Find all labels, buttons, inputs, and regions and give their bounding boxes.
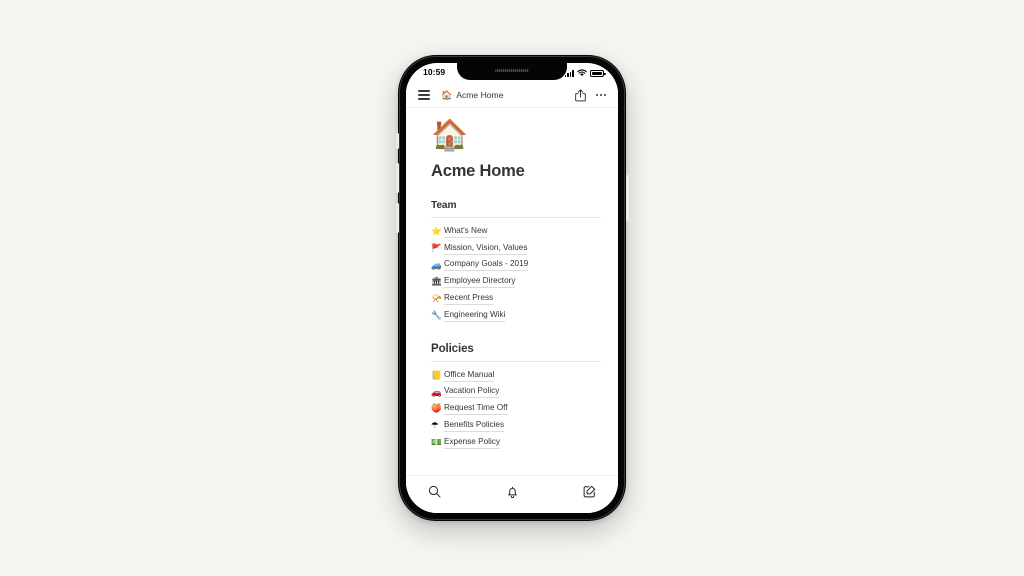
list-item-label: Request Time Off — [444, 402, 508, 416]
car-icon: 🚗 — [431, 386, 442, 397]
nav-actions — [575, 88, 606, 102]
list-item[interactable]: 🍑 Request Time Off — [431, 400, 601, 417]
list-item-label: Office Manual — [444, 369, 495, 382]
silent-switch[interactable] — [395, 133, 399, 149]
canvas: 10:59 🏠 Acme Home 🏠 Acme Home Team ⭐ Wha… — [0, 0, 1024, 576]
section-list-team: ⭐ What's New 🚩 Mission, Vision, Values 🚙… — [431, 223, 601, 324]
list-item-label: Engineering Wiki — [444, 309, 506, 322]
battery-icon — [590, 70, 606, 77]
notebook-icon: 📒 — [431, 369, 442, 380]
section-list-policies: 📒 Office Manual 🚗 Vacation Policy 🍑 Requ… — [431, 367, 601, 451]
section-heading: Policies — [431, 343, 601, 362]
list-item[interactable]: 💵 Expense Policy — [431, 434, 601, 451]
phone-screen: 10:59 🏠 Acme Home 🏠 Acme Home Team ⭐ Wha… — [406, 63, 618, 513]
app-nav-bar: 🏠 Acme Home — [406, 83, 618, 108]
section-policies: Policies 📒 Office Manual 🚗 Vacation Poli… — [423, 343, 601, 451]
list-item[interactable]: 🚙 Company Goals - 2019 — [431, 257, 601, 274]
list-item-label: Expense Policy — [444, 436, 500, 449]
section-team: Team ⭐ What's New 🚩 Mission, Vision, Val… — [423, 200, 601, 324]
bottom-tab-bar — [406, 475, 618, 513]
compose-icon[interactable] — [583, 485, 596, 498]
power-button[interactable] — [625, 175, 629, 221]
wifi-icon — [577, 69, 587, 77]
speaker-grille-icon — [495, 69, 529, 72]
list-item-label: Benefits Policies — [444, 419, 505, 433]
bell-icon[interactable] — [506, 485, 519, 499]
list-item[interactable]: 🏛 Employee Directory — [431, 273, 601, 290]
breadcrumb-house-icon: 🏠 — [441, 89, 453, 100]
list-item-label: What's New — [444, 225, 488, 238]
list-item[interactable]: ☂ Benefits Policies — [431, 417, 601, 434]
section-heading: Team — [431, 200, 601, 218]
list-item[interactable]: ⭐ What's New — [431, 223, 601, 240]
hamburger-menu-icon[interactable] — [418, 90, 430, 100]
list-item[interactable]: 📯 Recent Press — [431, 290, 601, 307]
page-title: Acme Home — [431, 162, 525, 180]
money-icon: 💵 — [431, 437, 442, 448]
list-item[interactable]: 📒 Office Manual — [431, 367, 601, 384]
page-content: 🏠 Acme Home Team ⭐ What's New 🚩 Mission,… — [406, 108, 618, 475]
status-bar-time: 10:59 — [423, 67, 446, 77]
wrench-icon: 🔧 — [431, 310, 442, 321]
umbrella-icon: ☂ — [431, 420, 439, 431]
phone-device: 10:59 🏠 Acme Home 🏠 Acme Home Team ⭐ Wha… — [395, 55, 629, 521]
postal-horn-icon: 📯 — [431, 293, 442, 304]
list-item-label: Company Goals - 2019 — [444, 258, 529, 272]
breadcrumb[interactable]: 🏠 Acme Home — [441, 90, 575, 100]
share-icon[interactable] — [575, 88, 587, 102]
list-item-label: Employee Directory — [444, 275, 516, 289]
list-item[interactable]: 🚗 Vacation Policy — [431, 384, 601, 401]
list-item-label: Mission, Vision, Values — [444, 242, 528, 255]
car-icon: 🚙 — [431, 259, 442, 270]
page-house-icon: 🏠 — [431, 119, 469, 152]
classical-building-icon: 🏛 — [431, 276, 442, 287]
peach-icon: 🍑 — [431, 403, 442, 414]
list-item[interactable]: 🚩 Mission, Vision, Values — [431, 240, 601, 257]
volume-up-button[interactable] — [395, 163, 399, 193]
status-bar-icons — [564, 68, 606, 77]
triangular-flag-icon: 🚩 — [431, 242, 442, 253]
device-notch — [457, 63, 567, 80]
star-icon: ⭐ — [431, 226, 442, 237]
list-item-label: Recent Press — [444, 292, 494, 306]
list-item[interactable]: 🔧 Engineering Wiki — [431, 307, 601, 324]
list-item-label: Vacation Policy — [444, 385, 500, 399]
volume-down-button[interactable] — [395, 203, 399, 233]
breadcrumb-label: Acme Home — [456, 90, 504, 100]
search-icon[interactable] — [428, 485, 441, 498]
more-options-icon[interactable] — [596, 94, 606, 96]
